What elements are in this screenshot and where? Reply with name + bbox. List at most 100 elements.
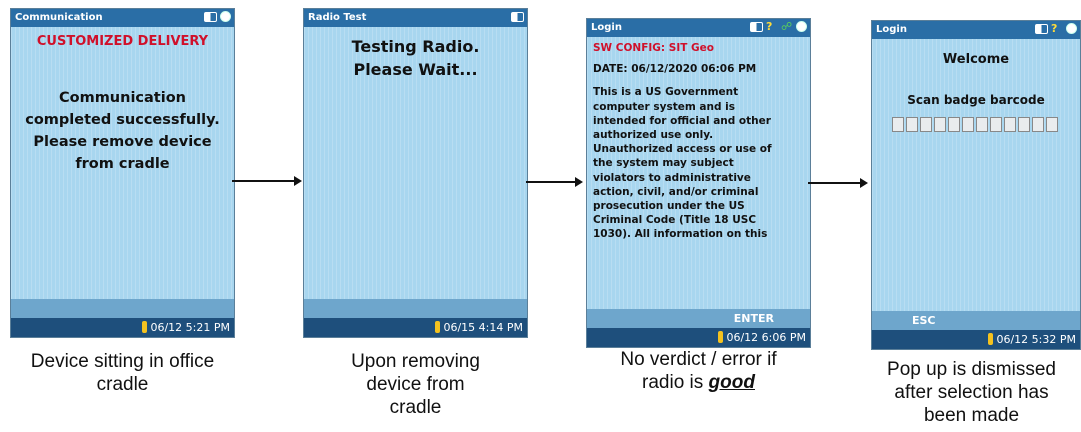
notice-line: 1030). All information on this (593, 228, 768, 241)
caption-line: Device sitting in office (30, 351, 215, 372)
barcode-cell (1032, 117, 1044, 132)
status-time: 06/12 5:32 PM (996, 333, 1076, 346)
notice-line: violators to administrative (593, 171, 751, 184)
window-title: Login (876, 24, 907, 35)
status-time: 06/12 5:21 PM (150, 321, 230, 334)
caption-line: been made (923, 405, 1020, 426)
window-title: Login (591, 22, 622, 33)
screen-radio-test: Radio Test Testing Radio. Please Wait...… (303, 8, 528, 338)
volume-icon (988, 333, 994, 345)
power-icon[interactable] (796, 21, 807, 32)
status-time: 06/15 4:14 PM (443, 321, 523, 334)
flow-arrow (808, 178, 868, 188)
wifi-icon: ? (1051, 22, 1058, 35)
notice-line: This is a US Government (593, 86, 739, 99)
barcode-cell (920, 117, 932, 132)
emphasis-good: good (708, 372, 755, 393)
badge-barcode-field[interactable] (872, 117, 1080, 132)
title-bar: Login ? (872, 21, 1080, 39)
notice-line: authorized use only. (593, 129, 714, 142)
caption-line: Upon removing (351, 351, 480, 372)
barcode-cell (1004, 117, 1016, 132)
softkey-bar: ESC (872, 311, 1080, 330)
notice-line: Criminal Code (Title 18 USC (593, 214, 757, 227)
status-bar: 06/12 5:21 PM (11, 318, 234, 337)
barcode-cell (976, 117, 988, 132)
message-line: from cradle (75, 156, 170, 172)
screen-content: CUSTOMIZED DELIVERY Communication comple… (11, 27, 234, 299)
screen-communication: Communication CUSTOMIZED DELIVERY Commun… (10, 8, 235, 338)
message: Communication completed successfully. Pl… (11, 87, 234, 175)
caption-1: Device sitting in office cradle (10, 350, 235, 396)
volume-icon (718, 331, 724, 343)
esc-button[interactable]: ESC (912, 314, 936, 327)
caption-line: cradle (389, 397, 442, 418)
barcode-cell (1046, 117, 1058, 132)
caption-line-good: radio is good (586, 371, 811, 394)
flow-arrow (232, 176, 302, 186)
notice-line: prosecution under the US (593, 200, 745, 213)
caption-line: cradle (96, 374, 149, 395)
barcode-cell (934, 117, 946, 132)
title-bar: Login ? ☍ (587, 19, 810, 37)
date-text: DATE: 06/12/2020 06:06 PM (593, 63, 757, 76)
barcode-cell (962, 117, 974, 132)
caption-line: No verdict / error if (620, 349, 777, 370)
screen-login-welcome: Login ? Welcome Scan badge barcode ESC 0… (871, 20, 1081, 350)
softkey-bar (11, 299, 234, 318)
battery-icon (511, 12, 524, 22)
message-line: Please remove device (33, 134, 212, 150)
screen-content: Testing Radio. Please Wait... (304, 27, 527, 299)
status-bar: 06/15 4:14 PM (304, 318, 527, 337)
screen-content: SW CONFIG: SIT Geo DATE: 06/12/2020 06:0… (587, 37, 810, 309)
caption-4: Pop up is dismissed after selection has … (862, 358, 1081, 427)
status-bar: 06/12 5:32 PM (872, 330, 1080, 349)
caption-line: after selection has (894, 382, 1049, 403)
title-bar: Radio Test (304, 9, 527, 27)
barcode-cell (948, 117, 960, 132)
status-bar: 06/12 6:06 PM (587, 328, 810, 347)
volume-icon (142, 321, 148, 333)
notice-line: action, civil, and/or criminal (593, 185, 759, 198)
title-bar: Communication (11, 9, 234, 27)
flow-arrow (526, 177, 583, 187)
message-line: Please Wait... (353, 60, 478, 79)
power-icon[interactable] (220, 11, 231, 22)
notice-line: intended for official and other (593, 114, 771, 127)
caption-text: radio is (642, 372, 709, 393)
notice-line: Unauthorized access or use of (593, 143, 772, 156)
message-line: Communication (58, 90, 186, 106)
barcode-cell (906, 117, 918, 132)
volume-icon (435, 321, 441, 333)
power-icon[interactable] (1066, 23, 1077, 34)
caption-line: device from (366, 374, 465, 395)
caption-3: No verdict / error if radio is good (586, 348, 811, 394)
screen-login-banner: Login ? ☍ SW CONFIG: SIT Geo DATE: 06/12… (586, 18, 811, 348)
notice-line: the system may subject (593, 157, 734, 170)
barcode-cell (1018, 117, 1030, 132)
softkey-bar (304, 299, 527, 318)
config-text: SW CONFIG: SIT Geo (593, 42, 715, 54)
window-title: Communication (15, 12, 103, 23)
welcome-text: Welcome (942, 52, 1010, 67)
caption-2: Upon removing device from cradle (303, 350, 528, 419)
header-text: CUSTOMIZED DELIVERY (36, 34, 209, 49)
battery-icon (1035, 24, 1048, 34)
battery-icon (750, 22, 763, 32)
message-line: completed successfully. (25, 112, 220, 128)
enter-button[interactable]: ENTER (734, 312, 774, 325)
barcode-cell (892, 117, 904, 132)
message: Testing Radio. Please Wait... (304, 35, 527, 81)
screen-content: Welcome Scan badge barcode (872, 39, 1080, 311)
battery-icon (204, 12, 217, 22)
scan-prompt: Scan badge barcode (907, 93, 1045, 107)
softkey-bar: ENTER (587, 309, 810, 328)
legal-notice: This is a US Government computer system … (593, 85, 804, 241)
window-title: Radio Test (308, 12, 367, 23)
caption-line: Pop up is dismissed (887, 359, 1056, 380)
link-icon: ☍ (781, 20, 793, 33)
wifi-icon: ? (766, 20, 773, 33)
message-line: Testing Radio. (351, 37, 480, 56)
notice-line: computer system and is (593, 100, 736, 113)
status-time: 06/12 6:06 PM (726, 331, 806, 344)
